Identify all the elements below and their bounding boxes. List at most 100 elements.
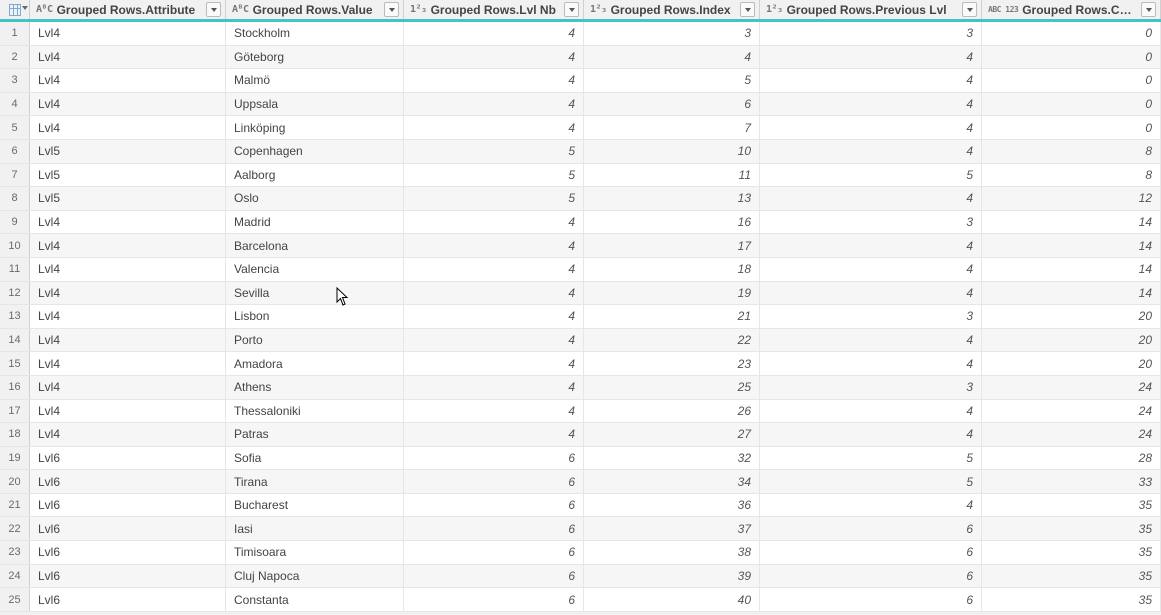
cell-prev[interactable]: 4 <box>760 352 982 375</box>
cell-value[interactable]: Aalborg <box>226 164 404 187</box>
cell-idx[interactable]: 11 <box>584 164 760 187</box>
cell-attr[interactable]: Lvl4 <box>30 352 226 375</box>
cell-prev[interactable]: 5 <box>760 447 982 470</box>
cell-custom[interactable]: 24 <box>982 400 1161 423</box>
cell-lvl[interactable]: 4 <box>404 22 584 45</box>
cell-prev[interactable]: 4 <box>760 423 982 446</box>
row-number[interactable]: 23 <box>0 541 30 564</box>
cell-custom[interactable]: 8 <box>982 140 1161 163</box>
cell-attr[interactable]: Lvl6 <box>30 517 226 540</box>
column-header-attribute[interactable]: AᴮC Grouped Rows.Attribute <box>30 0 226 19</box>
cell-custom[interactable]: 14 <box>982 282 1161 305</box>
cell-idx[interactable]: 39 <box>584 565 760 588</box>
row-number[interactable]: 14 <box>0 329 30 352</box>
table-row[interactable]: 23Lvl6Timisoara638635 <box>0 541 1161 565</box>
cell-custom[interactable]: 0 <box>982 46 1161 69</box>
table-row[interactable]: 10Lvl4Barcelona417414 <box>0 234 1161 258</box>
cell-idx[interactable]: 27 <box>584 423 760 446</box>
cell-idx[interactable]: 18 <box>584 258 760 281</box>
cell-attr[interactable]: Lvl4 <box>30 329 226 352</box>
table-menu-button[interactable] <box>0 0 30 19</box>
row-number[interactable]: 18 <box>0 423 30 446</box>
row-number[interactable]: 13 <box>0 305 30 328</box>
row-number[interactable]: 21 <box>0 494 30 517</box>
row-number[interactable]: 25 <box>0 588 30 611</box>
cell-lvl[interactable]: 4 <box>404 423 584 446</box>
cell-attr[interactable]: Lvl4 <box>30 282 226 305</box>
cell-value[interactable]: Sevilla <box>226 282 404 305</box>
cell-value[interactable]: Copenhagen <box>226 140 404 163</box>
cell-prev[interactable]: 4 <box>760 329 982 352</box>
cell-custom[interactable]: 14 <box>982 234 1161 257</box>
cell-idx[interactable]: 5 <box>584 69 760 92</box>
cell-value[interactable]: Bucharest <box>226 494 404 517</box>
table-row[interactable]: 24Lvl6Cluj Napoca639635 <box>0 565 1161 589</box>
cell-value[interactable]: Cluj Napoca <box>226 565 404 588</box>
row-number[interactable]: 15 <box>0 352 30 375</box>
filter-button[interactable] <box>564 2 579 17</box>
cell-idx[interactable]: 23 <box>584 352 760 375</box>
cell-idx[interactable]: 26 <box>584 400 760 423</box>
cell-custom[interactable]: 12 <box>982 187 1161 210</box>
cell-lvl[interactable]: 6 <box>404 541 584 564</box>
row-number[interactable]: 16 <box>0 376 30 399</box>
cell-lvl[interactable]: 4 <box>404 352 584 375</box>
cell-value[interactable]: Stockholm <box>226 22 404 45</box>
table-row[interactable]: 13Lvl4Lisbon421320 <box>0 305 1161 329</box>
table-row[interactable]: 12Lvl4Sevilla419414 <box>0 282 1161 306</box>
row-number[interactable]: 10 <box>0 234 30 257</box>
row-number[interactable]: 12 <box>0 282 30 305</box>
column-header-previous-lvl[interactable]: 1²₃ Grouped Rows.Previous Lvl <box>760 0 982 19</box>
column-header-value[interactable]: AᴮC Grouped Rows.Value <box>226 0 404 19</box>
filter-button[interactable] <box>740 2 755 17</box>
cell-lvl[interactable]: 4 <box>404 282 584 305</box>
cell-lvl[interactable]: 4 <box>404 116 584 139</box>
row-number[interactable]: 24 <box>0 565 30 588</box>
cell-idx[interactable]: 17 <box>584 234 760 257</box>
cell-custom[interactable]: 0 <box>982 22 1161 45</box>
table-row[interactable]: 5Lvl4Linköping4740 <box>0 116 1161 140</box>
cell-attr[interactable]: Lvl4 <box>30 305 226 328</box>
cell-idx[interactable]: 40 <box>584 588 760 611</box>
table-row[interactable]: 18Lvl4Patras427424 <box>0 423 1161 447</box>
table-row[interactable]: 14Lvl4Porto422420 <box>0 329 1161 353</box>
cell-idx[interactable]: 19 <box>584 282 760 305</box>
cell-attr[interactable]: Lvl4 <box>30 376 226 399</box>
cell-attr[interactable]: Lvl6 <box>30 565 226 588</box>
cell-value[interactable]: Lisbon <box>226 305 404 328</box>
cell-prev[interactable]: 6 <box>760 588 982 611</box>
cell-prev[interactable]: 4 <box>760 258 982 281</box>
row-number[interactable]: 17 <box>0 400 30 423</box>
cell-idx[interactable]: 6 <box>584 93 760 116</box>
cell-idx[interactable]: 38 <box>584 541 760 564</box>
cell-attr[interactable]: Lvl4 <box>30 423 226 446</box>
cell-attr[interactable]: Lvl5 <box>30 164 226 187</box>
cell-prev[interactable]: 3 <box>760 305 982 328</box>
row-number[interactable]: 3 <box>0 69 30 92</box>
cell-lvl[interactable]: 4 <box>404 93 584 116</box>
cell-attr[interactable]: Lvl6 <box>30 494 226 517</box>
table-row[interactable]: 1Lvl4Stockholm4330 <box>0 22 1161 46</box>
table-row[interactable]: 9Lvl4Madrid416314 <box>0 211 1161 235</box>
cell-prev[interactable]: 4 <box>760 116 982 139</box>
table-row[interactable]: 6Lvl5Copenhagen51048 <box>0 140 1161 164</box>
cell-attr[interactable]: Lvl6 <box>30 447 226 470</box>
cell-custom[interactable]: 14 <box>982 258 1161 281</box>
cell-value[interactable]: Valencia <box>226 258 404 281</box>
cell-value[interactable]: Patras <box>226 423 404 446</box>
cell-custom[interactable]: 0 <box>982 116 1161 139</box>
table-row[interactable]: 19Lvl6Sofia632528 <box>0 447 1161 471</box>
row-number[interactable]: 19 <box>0 447 30 470</box>
cell-lvl[interactable]: 4 <box>404 400 584 423</box>
cell-custom[interactable]: 35 <box>982 517 1161 540</box>
cell-prev[interactable]: 4 <box>760 494 982 517</box>
cell-idx[interactable]: 3 <box>584 22 760 45</box>
cell-prev[interactable]: 4 <box>760 282 982 305</box>
cell-lvl[interactable]: 5 <box>404 140 584 163</box>
cell-idx[interactable]: 22 <box>584 329 760 352</box>
cell-value[interactable]: Malmö <box>226 69 404 92</box>
cell-lvl[interactable]: 6 <box>404 494 584 517</box>
cell-prev[interactable]: 6 <box>760 565 982 588</box>
row-number[interactable]: 9 <box>0 211 30 234</box>
cell-attr[interactable]: Lvl6 <box>30 541 226 564</box>
